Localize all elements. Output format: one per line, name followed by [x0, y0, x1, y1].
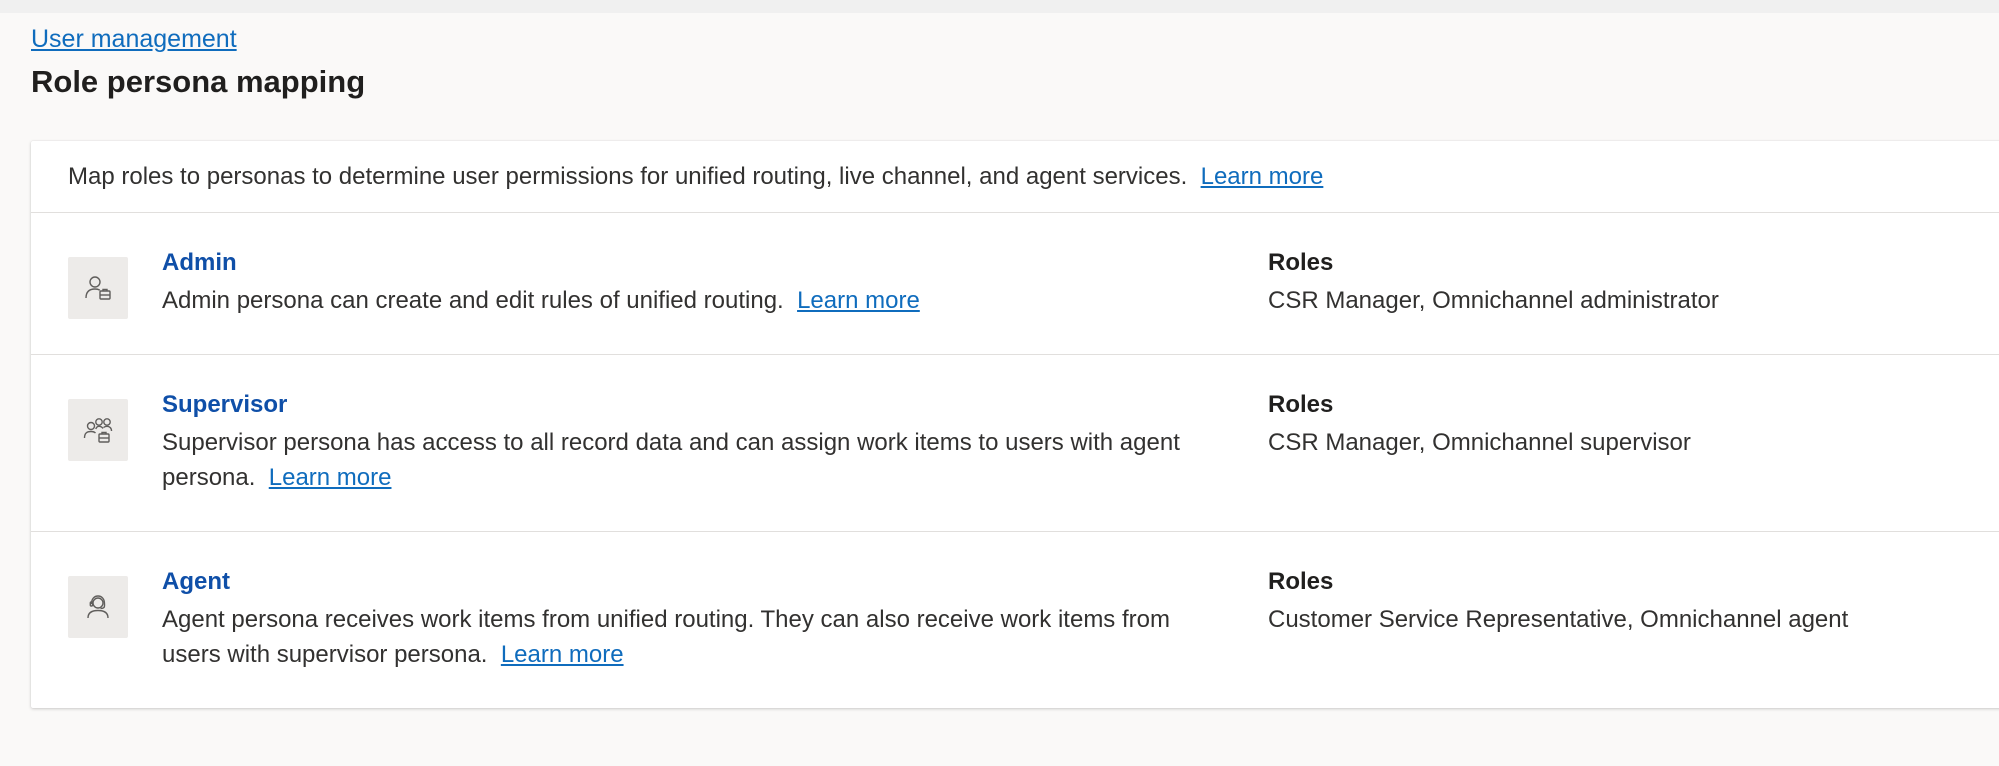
card-intro: Map roles to personas to determine user … [31, 141, 1999, 213]
persona-row-supervisor: Supervisor Supervisor persona has access… [31, 355, 1999, 532]
agent-persona-text: Agent Agent persona receives work items … [162, 567, 1212, 672]
admin-roles: Roles CSR Manager, Omnichannel administr… [1268, 248, 1719, 318]
top-strip [0, 0, 1999, 13]
description-text: Admin persona can create and edit rules … [162, 287, 784, 314]
admin-persona-text: Admin Admin persona can create and edit … [162, 248, 1212, 318]
persona-description: Admin persona can create and edit rules … [162, 283, 1212, 318]
roles-value: CSR Manager, Omnichannel supervisor [1268, 429, 1691, 456]
intro-learn-more-link[interactable]: Learn more [1201, 163, 1324, 190]
roles-label: Roles [1268, 568, 1334, 595]
roles-value: Customer Service Representative, Omnicha… [1268, 606, 1849, 633]
roles-value: CSR Manager, Omnichannel administrator [1268, 287, 1719, 314]
persona-row-agent: Agent Agent persona receives work items … [31, 532, 1999, 708]
agent-roles: Roles Customer Service Representative, O… [1268, 567, 1848, 637]
persona-name-agent[interactable]: Agent [162, 567, 230, 597]
page-title: Role persona mapping [31, 64, 366, 99]
persona-description: Agent persona receives work items from u… [162, 602, 1212, 672]
breadcrumb-user-management[interactable]: User management [31, 24, 237, 54]
agent-learn-more-link[interactable]: Learn more [501, 641, 624, 668]
persona-row-admin: Admin Admin persona can create and edit … [31, 213, 1999, 355]
page-content: User management Role persona mapping [0, 13, 1999, 101]
supervisor-persona-text: Supervisor Supervisor persona has access… [162, 390, 1212, 495]
persona-name-admin[interactable]: Admin [162, 248, 237, 278]
admin-persona-icon [68, 257, 128, 319]
supervisor-roles: Roles CSR Manager, Omnichannel superviso… [1268, 390, 1691, 460]
supervisor-learn-more-link[interactable]: Learn more [269, 464, 392, 491]
description-text: Agent persona receives work items from u… [162, 606, 1170, 668]
supervisor-persona-icon [68, 399, 128, 461]
roles-label: Roles [1268, 249, 1334, 276]
agent-persona-icon [68, 576, 128, 638]
persona-name-supervisor[interactable]: Supervisor [162, 390, 287, 420]
persona-mapping-card: Map roles to personas to determine user … [31, 141, 1999, 708]
persona-description: Supervisor persona has access to all rec… [162, 425, 1212, 495]
intro-text: Map roles to personas to determine user … [68, 163, 1188, 190]
admin-learn-more-link[interactable]: Learn more [797, 287, 920, 314]
roles-label: Roles [1268, 391, 1334, 418]
